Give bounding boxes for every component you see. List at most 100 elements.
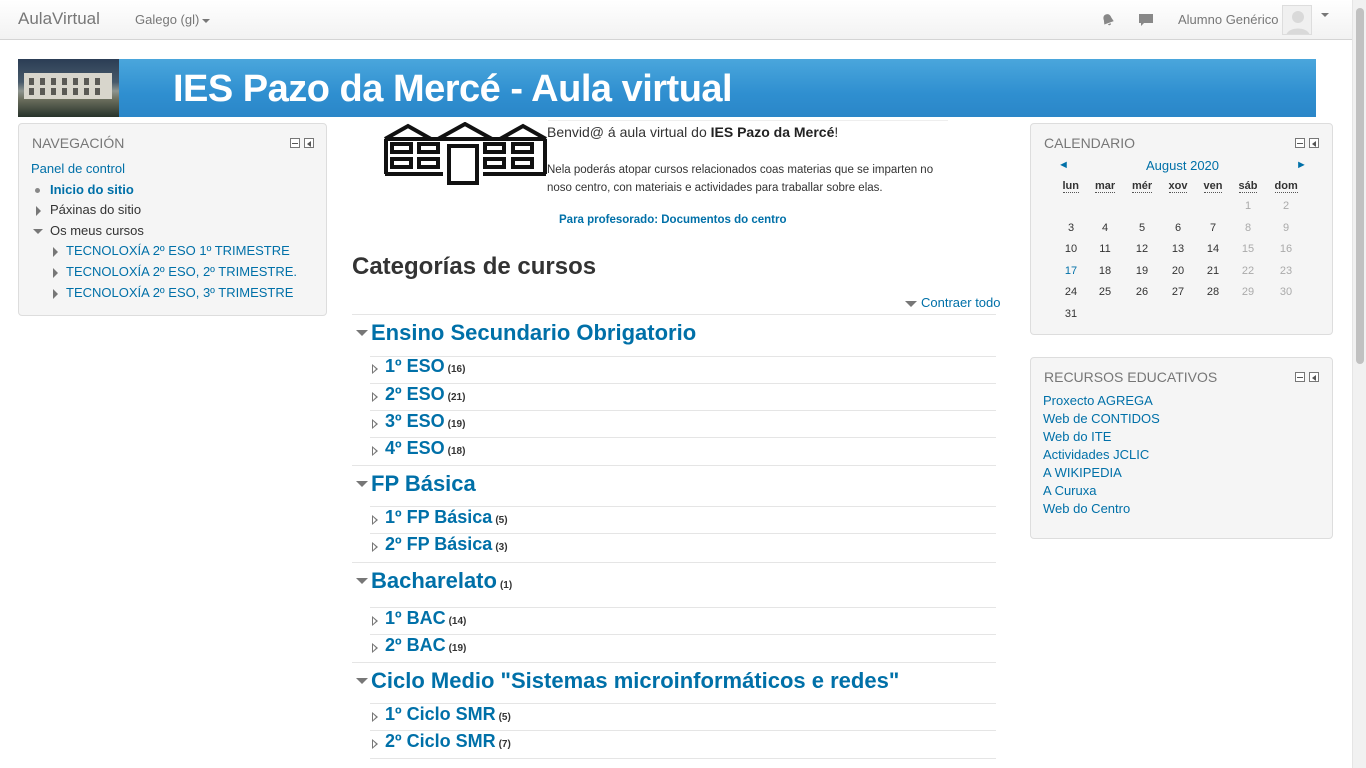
notifications-icon[interactable] [1100,12,1116,28]
dock-icon[interactable] [304,138,314,148]
calendar-day[interactable]: 11 [1090,243,1120,255]
category-link[interactable]: FP Básica [371,471,476,496]
category-row[interactable]: Bacharelato (1) [356,568,512,594]
page-scrollbar[interactable] [1352,0,1366,768]
resource-link[interactable]: Proxecto AGREGA [1043,393,1153,408]
calendar-day[interactable]: 20 [1163,265,1193,277]
calendar-day[interactable]: 9 [1271,222,1301,234]
language-menu[interactable]: Galego (gl) [135,12,211,27]
subcategory-row[interactable]: 1º Ciclo SMR (5) [372,704,511,725]
next-month-arrow-icon[interactable]: ► [1296,159,1307,171]
course-link[interactable]: TECNOLOXÍA 2º ESO, 2º TRIMESTRE. [66,264,297,279]
category-row[interactable]: Ciclo Medio "Sistemas microinformáticos … [356,668,902,694]
expand-icon[interactable] [372,363,378,374]
category-row[interactable]: Ensino Secundario Obrigatorio [356,320,699,346]
subcategory-link[interactable]: 4º ESO [385,438,445,458]
calendar-day[interactable]: 19 [1127,265,1157,277]
calendar-day[interactable]: 5 [1127,222,1157,234]
calendar-day[interactable]: 8 [1233,222,1263,234]
resource-link[interactable]: A WIKIPEDIA [1043,465,1122,480]
calendar-day[interactable]: 16 [1271,243,1301,255]
calendar-month[interactable]: August 2020 [1146,158,1219,173]
subcategory-link[interactable]: 1º Ciclo SMR [385,704,496,724]
expand-icon[interactable] [372,418,378,429]
calendar-day[interactable]: 18 [1090,265,1120,277]
calendar-day[interactable]: 24 [1056,286,1086,298]
expand-icon[interactable] [372,642,378,653]
expand-icon[interactable] [372,738,378,749]
expand-icon[interactable] [372,615,378,626]
collapse-all-link[interactable]: Contraer todo [905,295,1001,310]
expand-icon[interactable] [372,541,378,552]
collapse-icon[interactable] [356,330,368,336]
calendar-day[interactable]: 2 [1271,200,1301,212]
calendar-day[interactable]: 13 [1163,243,1193,255]
expand-icon[interactable] [372,445,378,456]
calendar-day[interactable]: 23 [1271,265,1301,277]
course-link[interactable]: TECNOLOXÍA 2º ESO 1º TRIMESTRE [66,243,290,258]
resource-link[interactable]: A Curuxa [1043,483,1096,498]
category-link[interactable]: Ensino Secundario Obrigatorio [371,320,696,345]
subcategory-row[interactable]: 1º FP Básica (5) [372,507,508,528]
subcategory-link[interactable]: 1º BAC [385,608,446,628]
subcategory-row[interactable]: 4º ESO (18) [372,438,465,459]
minimize-icon[interactable] [1295,138,1305,148]
calendar-day[interactable]: 17 [1056,265,1086,277]
calendar-day[interactable]: 4 [1090,222,1120,234]
expand-icon[interactable] [53,246,58,257]
teacher-documents-link[interactable]: Para profesorado: Documentos do centro [559,214,786,226]
resource-link[interactable]: Web do ITE [1043,429,1111,444]
calendar-day[interactable]: 31 [1056,308,1086,320]
calendar-day[interactable]: 15 [1233,243,1263,255]
expand-icon[interactable] [36,205,41,216]
subcategory-row[interactable]: 2º Ciclo SMR (7) [372,731,511,752]
subcategory-link[interactable]: 2º ESO [385,384,445,404]
calendar-day[interactable]: 25 [1090,286,1120,298]
collapse-icon[interactable] [356,678,368,684]
dock-icon[interactable] [1309,372,1319,382]
calendar-day[interactable]: 22 [1233,265,1263,277]
subcategory-row[interactable]: 1º ESO (16) [372,356,465,377]
messages-icon[interactable] [1138,12,1154,28]
subcategory-link[interactable]: 1º FP Básica [385,507,492,527]
subcategory-link[interactable]: 2º BAC [385,635,446,655]
subcategory-row[interactable]: 2º ESO (21) [372,384,465,405]
calendar-day[interactable]: 30 [1271,286,1301,298]
subcategory-row[interactable]: 2º FP Básica (3) [372,534,508,555]
minimize-icon[interactable] [290,138,300,148]
collapse-icon[interactable] [33,229,43,235]
calendar-day[interactable]: 7 [1198,222,1228,234]
collapse-icon[interactable] [356,481,368,487]
resource-link[interactable]: Web do Centro [1043,501,1130,516]
expand-icon[interactable] [372,514,378,525]
category-row[interactable]: FP Básica [356,471,479,497]
resource-link[interactable]: Web de CONTIDOS [1043,411,1160,426]
user-menu-chevron-icon[interactable] [1321,13,1329,17]
avatar[interactable] [1282,5,1312,35]
category-link[interactable]: Ciclo Medio "Sistemas microinformáticos … [371,668,899,693]
calendar-day[interactable]: 3 [1056,222,1086,234]
my-courses-item[interactable]: Os meus cursos [50,223,144,238]
expand-icon[interactable] [53,288,58,299]
calendar-day[interactable]: 1 [1233,200,1263,212]
brand-link[interactable]: AulaVirtual [18,9,100,29]
site-pages-item[interactable]: Páxinas do sitio [50,202,141,217]
expand-icon[interactable] [372,391,378,402]
calendar-day[interactable]: 29 [1233,286,1263,298]
scrollbar-thumb[interactable] [1356,8,1364,364]
calendar-day[interactable]: 26 [1127,286,1157,298]
calendar-day[interactable]: 12 [1127,243,1157,255]
dock-icon[interactable] [1309,138,1319,148]
expand-icon[interactable] [53,267,58,278]
calendar-day[interactable]: 28 [1198,286,1228,298]
prev-month-arrow-icon[interactable]: ◄ [1058,159,1069,171]
subcategory-row[interactable]: 3º ESO (19) [372,411,465,432]
dashboard-link[interactable]: Panel de control [31,161,125,176]
category-link[interactable]: Bacharelato [371,568,497,593]
resource-link[interactable]: Actividades JCLIC [1043,447,1149,462]
subcategory-row[interactable]: 1º BAC (14) [372,608,466,629]
subcategory-link[interactable]: 2º Ciclo SMR [385,731,496,751]
subcategory-link[interactable]: 3º ESO [385,411,445,431]
calendar-day[interactable]: 10 [1056,243,1086,255]
subcategory-row[interactable]: 2º BAC (19) [372,635,466,656]
